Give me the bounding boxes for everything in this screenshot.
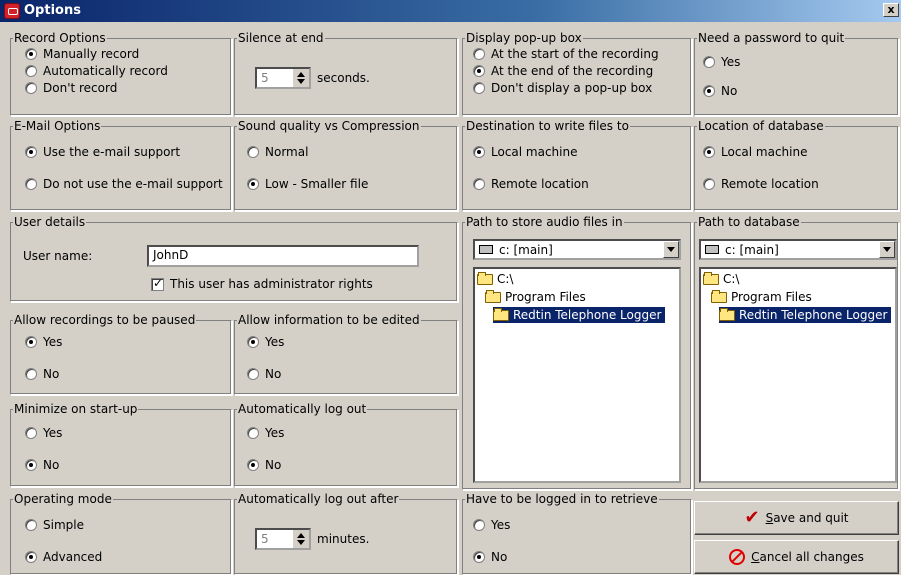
minimize-group: Minimize on start-up Yes No [10, 402, 232, 487]
drive-icon [479, 245, 493, 254]
cancel-all-changes-button[interactable]: Cancel all changes [694, 540, 899, 574]
close-button[interactable]: x [883, 3, 899, 17]
silence-spinbox[interactable]: 5 [255, 67, 311, 89]
audio-folder-tree[interactable]: C:\ Program Files Redtin Telephone Logge… [473, 267, 681, 483]
chevron-down-icon[interactable] [879, 241, 895, 258]
db-location-group: Location of database Local machine Remot… [694, 119, 899, 211]
folder-icon [493, 307, 509, 321]
folder-item[interactable]: C:\ [703, 271, 739, 287]
radio-password-yes[interactable]: Yes [703, 55, 740, 69]
sound-quality-group: Sound quality vs Compression Normal Low … [234, 119, 458, 211]
audio-drive-select[interactable]: c: [main] [473, 239, 681, 260]
radio-db-remote[interactable]: Remote location [703, 177, 819, 191]
radio-edit-no[interactable]: No [247, 367, 281, 381]
folder-icon [485, 289, 501, 303]
drive-icon [705, 245, 719, 254]
folder-icon [703, 271, 719, 285]
logout-after-group: Automatically log out after 5 minutes. [234, 492, 458, 575]
popup-box-group: Display pop-up box At the start of the r… [462, 31, 692, 116]
pause-group: Allow recordings to be paused Yes No [10, 313, 232, 395]
db-path-group: Path to database c: [main] C:\ Program F… [694, 215, 899, 490]
folder-item-selected[interactable]: Redtin Telephone Logger [719, 307, 892, 323]
destination-group: Destination to write files to Local mach… [462, 119, 692, 211]
window-title: Options [24, 3, 81, 18]
admin-rights-checkbox[interactable]: This user has administrator rights [151, 276, 373, 291]
edit-info-group: Allow information to be edited Yes No [234, 313, 458, 395]
radio-popup-none[interactable]: Don't display a pop-up box [473, 81, 652, 95]
radio-quality-low[interactable]: Low - Smaller file [247, 177, 368, 191]
radio-pause-no[interactable]: No [25, 367, 59, 381]
radio-dont-record[interactable]: Don't record [25, 81, 117, 95]
radio-logout-yes[interactable]: Yes [247, 426, 284, 440]
auto-logout-group: Automatically log out Yes No [234, 402, 458, 487]
radio-logout-no[interactable]: No [247, 458, 281, 472]
checkbox-indicator[interactable] [151, 276, 164, 291]
record-options-group: Record Options Manually record Automatic… [10, 31, 232, 116]
app-icon [4, 3, 20, 19]
email-options-group: E-Mail Options Use the e-mail support Do… [10, 119, 232, 211]
user-details-group: User details User name: JohnD This user … [10, 215, 458, 302]
radio-mode-simple[interactable]: Simple [25, 518, 84, 532]
spin-arrows-icon[interactable] [293, 530, 309, 548]
folder-icon [719, 307, 735, 321]
radio-db-local[interactable]: Local machine [703, 145, 807, 159]
radio-minimize-yes[interactable]: Yes [25, 426, 62, 440]
silence-spinner[interactable]: 5 seconds. [255, 67, 370, 89]
checkmark-icon: ✔ [744, 507, 760, 528]
logout-spinner[interactable]: 5 minutes. [255, 528, 369, 550]
spin-arrows-icon[interactable] [293, 69, 309, 87]
folder-item[interactable]: C:\ [477, 271, 513, 287]
logout-spinbox[interactable]: 5 [255, 528, 311, 550]
radio-minimize-no[interactable]: No [25, 458, 59, 472]
radio-retrieve-no[interactable]: No [473, 550, 507, 564]
radio-retrieve-yes[interactable]: Yes [473, 518, 510, 532]
login-retrieve-group: Have to be logged in to retrieve Yes No [462, 492, 692, 575]
chevron-down-icon[interactable] [663, 241, 679, 258]
radio-password-no[interactable]: No [703, 84, 737, 98]
folder-icon [711, 289, 727, 303]
radio-pause-yes[interactable]: Yes [25, 335, 62, 349]
title-bar: Options x [0, 0, 901, 22]
db-folder-tree[interactable]: C:\ Program Files Redtin Telephone Logge… [699, 267, 897, 483]
save-and-quit-button[interactable]: ✔ Save and quit [694, 501, 899, 535]
radio-automatically-record[interactable]: Automatically record [25, 64, 168, 78]
radio-dest-local[interactable]: Local machine [473, 145, 577, 159]
no-entry-icon [729, 549, 746, 565]
radio-email-use[interactable]: Use the e-mail support [25, 145, 180, 159]
radio-edit-yes[interactable]: Yes [247, 335, 284, 349]
db-drive-select[interactable]: c: [main] [699, 239, 897, 260]
username-input[interactable]: JohnD [147, 245, 419, 267]
radio-popup-end[interactable]: At the end of the recording [473, 64, 653, 78]
radio-indicator[interactable] [25, 82, 37, 94]
password-quit-group: Need a password to quit Yes No [694, 31, 899, 116]
folder-item[interactable]: Program Files [711, 289, 812, 305]
group-legend: Record Options [13, 31, 107, 45]
radio-popup-start[interactable]: At the start of the recording [473, 47, 659, 61]
silence-at-end-group: Silence at end 5 seconds. [234, 31, 458, 116]
radio-dest-remote[interactable]: Remote location [473, 177, 589, 191]
folder-icon [477, 271, 493, 285]
audio-path-group: Path to store audio files in c: [main] C… [462, 215, 692, 490]
radio-mode-advanced[interactable]: Advanced [25, 550, 102, 564]
folder-item[interactable]: Program Files [485, 289, 586, 305]
operating-mode-group: Operating mode Simple Advanced [10, 492, 232, 575]
radio-manually-record[interactable]: Manually record [25, 47, 139, 61]
username-label: User name: [23, 249, 93, 263]
radio-indicator[interactable] [25, 65, 37, 77]
radio-quality-normal[interactable]: Normal [247, 145, 308, 159]
radio-indicator[interactable] [25, 48, 37, 60]
radio-email-no[interactable]: Do not use the e-mail support [25, 177, 223, 191]
folder-item-selected[interactable]: Redtin Telephone Logger [493, 307, 666, 323]
